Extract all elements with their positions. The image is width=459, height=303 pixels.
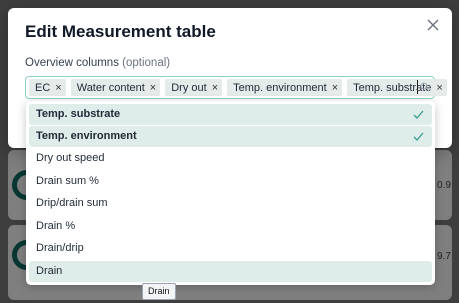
check-icon bbox=[413, 132, 424, 141]
option-label: Temp. substrate bbox=[36, 108, 121, 120]
option-dry-out-speed[interactable]: Dry out speed bbox=[29, 148, 432, 169]
option-temp-substrate[interactable]: Temp. substrate bbox=[29, 104, 432, 125]
chip-remove-icon[interactable]: × bbox=[55, 82, 61, 94]
option-drain-percent[interactable]: Drain % bbox=[29, 216, 432, 237]
overview-columns-label: Overview columns (optional) bbox=[25, 57, 170, 69]
search-icon bbox=[420, 82, 430, 92]
chip-remove-icon[interactable]: × bbox=[150, 82, 156, 94]
field-label-text: Overview columns bbox=[25, 57, 119, 69]
chip-label: Water content bbox=[76, 81, 145, 94]
option-tooltip: Drain bbox=[142, 283, 176, 300]
chip-temp-environment: Temp. environment × bbox=[227, 79, 343, 96]
option-label: Drip/drain sum bbox=[36, 197, 108, 209]
chip-label: Temp. environment bbox=[233, 81, 327, 94]
selected-chips: EC × Water content × Dry out × Temp. env… bbox=[29, 79, 447, 96]
option-label: Dry out speed bbox=[36, 152, 105, 164]
option-label: Temp. environment bbox=[36, 130, 137, 142]
option-label: Drain % bbox=[36, 220, 76, 232]
chip-remove-icon[interactable]: × bbox=[212, 82, 218, 94]
option-temp-environment[interactable]: Temp. environment bbox=[29, 126, 432, 147]
chip-label: Dry out bbox=[171, 81, 207, 94]
chip-water-content: Water content × bbox=[70, 79, 161, 96]
chip-ec: EC × bbox=[29, 79, 66, 96]
close-icon[interactable] bbox=[426, 18, 440, 32]
option-drain[interactable]: Drain bbox=[29, 261, 432, 282]
modal-title: Edit Measurement table bbox=[25, 22, 216, 41]
chip-label: EC bbox=[35, 81, 51, 94]
text-cursor bbox=[417, 80, 418, 94]
check-icon bbox=[413, 110, 424, 119]
chip-dry-out: Dry out × bbox=[165, 79, 223, 96]
chip-remove-icon[interactable]: × bbox=[436, 82, 442, 94]
columns-dropdown: Temp. substrate Temp. environment Dry ou… bbox=[26, 101, 435, 285]
chip-temp-substrate: Temp. substrate × bbox=[347, 79, 447, 96]
chip-remove-icon[interactable]: × bbox=[332, 82, 338, 94]
option-drain-drip[interactable]: Drain/drip bbox=[29, 238, 432, 259]
option-drip-drain-sum[interactable]: Drip/drain sum bbox=[29, 193, 432, 214]
field-label-optional: (optional) bbox=[122, 57, 171, 69]
option-label: Drain/drip bbox=[36, 242, 84, 254]
option-drain-sum-percent[interactable]: Drain sum % bbox=[29, 171, 432, 192]
overview-columns-select[interactable]: EC × Water content × Dry out × Temp. env… bbox=[25, 76, 447, 99]
option-label: Drain sum % bbox=[36, 175, 99, 187]
option-label: Drain bbox=[36, 265, 63, 277]
